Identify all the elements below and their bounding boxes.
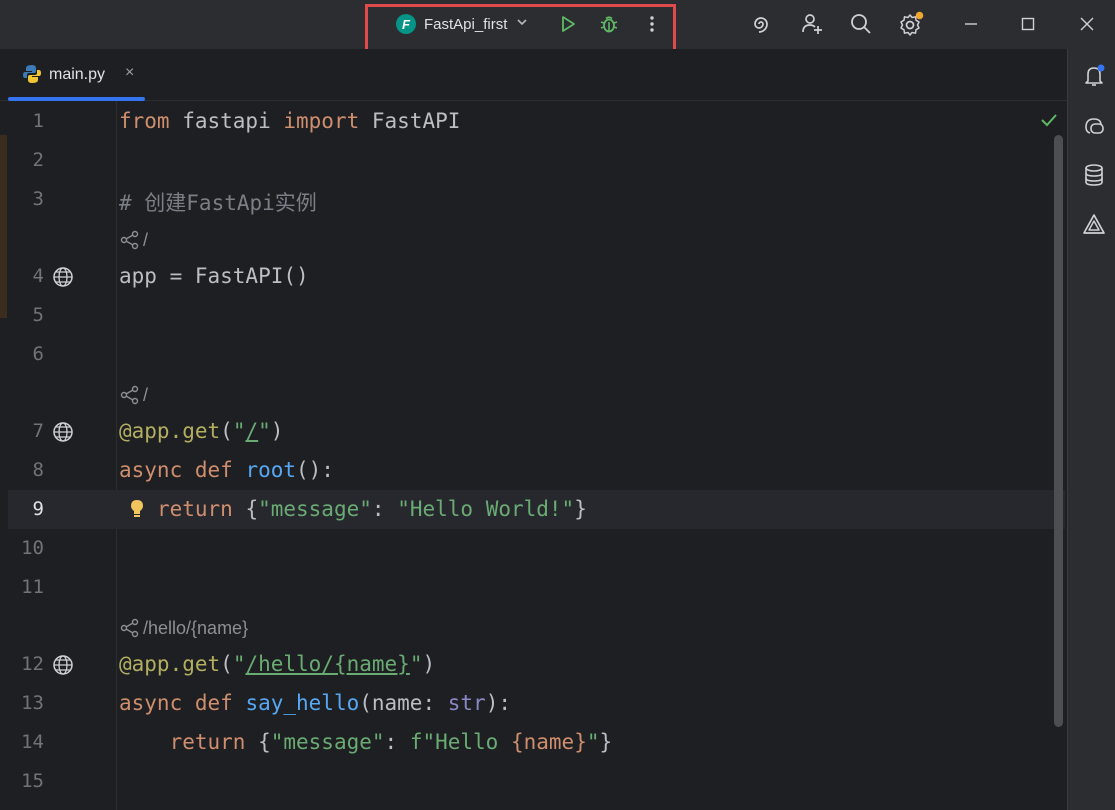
minimize-icon xyxy=(965,23,977,25)
right-tool-window-bar xyxy=(1067,49,1115,810)
code-line: 1 from fastapi import FastAPI xyxy=(0,102,1065,141)
triangle-logo-icon xyxy=(1083,214,1105,234)
endpoint-share-icon xyxy=(120,618,139,638)
minimize-button[interactable] xyxy=(960,13,982,35)
endpoint-path: / xyxy=(143,384,149,405)
code-text: from fastapi import FastAPI xyxy=(119,109,461,133)
code-line: 7 @app.get("/") xyxy=(0,412,1065,451)
endpoint-hint[interactable]: / xyxy=(0,219,1065,258)
code-line: 12 @app.get("/hello/{name}") xyxy=(0,645,1065,684)
globe-icon[interactable] xyxy=(52,266,74,293)
code-line: 10 xyxy=(0,529,1065,568)
line-number: 8 xyxy=(32,459,44,481)
code-line: 14 return {"message": f"Hello {name}"} xyxy=(0,723,1065,762)
line-number: 2 xyxy=(32,149,44,171)
line-number: 5 xyxy=(32,304,44,326)
code-line: 4 app = FastAPI() xyxy=(0,257,1065,296)
code-text: @app.get("/") xyxy=(119,419,284,443)
line-number: 13 xyxy=(21,692,44,714)
comment-text: # 创建FastApi实例 xyxy=(119,191,317,215)
endpoint-share-icon xyxy=(120,230,139,250)
line-number: 3 xyxy=(32,188,44,210)
title-bar: F FastApi_first xyxy=(0,0,1115,62)
maximize-icon xyxy=(1021,17,1035,31)
line-number: 12 xyxy=(21,653,44,675)
close-icon xyxy=(1080,17,1094,31)
code-editor[interactable]: 1 from fastapi import FastAPI 2 3 # 创建Fa… xyxy=(0,101,1067,810)
code-text: app = FastAPI() xyxy=(119,264,309,288)
line-number: 4 xyxy=(32,265,44,287)
no-problems-check-icon[interactable] xyxy=(1040,112,1058,133)
maximize-button[interactable] xyxy=(1017,13,1039,35)
line-number: 15 xyxy=(21,770,44,792)
line-number: 14 xyxy=(21,731,44,753)
tab-label: main.py xyxy=(49,66,106,83)
code-text: return {"message": "Hello World!"} xyxy=(156,497,587,521)
code-line: 11 xyxy=(0,568,1065,607)
search-icon xyxy=(851,14,871,34)
chat-icon xyxy=(1085,118,1104,134)
line-number: 11 xyxy=(21,576,44,598)
line-number: 10 xyxy=(21,537,44,559)
code-text: async def say_hello(name: str): xyxy=(119,691,511,715)
globe-icon[interactable] xyxy=(52,654,74,681)
editor-tab-bar: main.py × xyxy=(0,49,1067,101)
code-line: 3 # 创建FastApi实例 xyxy=(0,180,1065,219)
endpoint-share-icon xyxy=(120,385,139,405)
current-line: 9 return {"message": "Hello World!"} xyxy=(8,490,1065,529)
gear-icon xyxy=(900,11,924,36)
line-number: 1 xyxy=(32,110,44,132)
notifications-button[interactable] xyxy=(1081,63,1107,89)
bell-icon xyxy=(1085,64,1105,86)
python-file-icon xyxy=(22,64,42,89)
endpoint-hint[interactable]: /hello/{name} xyxy=(0,607,1065,646)
line-number: 7 xyxy=(32,420,44,442)
code-line: 13 async def say_hello(name: str): xyxy=(0,684,1065,723)
code-line: 15 xyxy=(0,762,1065,801)
spiral-icon xyxy=(754,17,768,33)
code-text: @app.get("/hello/{name}") xyxy=(119,652,436,676)
code-line: 6 xyxy=(0,335,1065,374)
line-number: 9 xyxy=(32,498,44,520)
vertical-scrollbar[interactable] xyxy=(1054,135,1063,727)
ai-chat-button[interactable] xyxy=(1081,113,1107,139)
user-add-icon xyxy=(802,14,822,34)
code-text: return {"message": f"Hello {name}"} xyxy=(169,730,613,754)
database-button[interactable] xyxy=(1081,162,1107,188)
globe-icon[interactable] xyxy=(52,421,74,448)
close-window-button[interactable] xyxy=(1076,13,1098,35)
tab-main-py[interactable]: main.py × xyxy=(8,49,145,101)
endpoint-path: / xyxy=(143,229,149,250)
search-button[interactable] xyxy=(848,11,874,37)
line-number: 6 xyxy=(32,343,44,365)
plugin-button[interactable] xyxy=(1081,212,1107,238)
code-line: 2 xyxy=(0,141,1065,180)
endpoint-hint[interactable]: / xyxy=(0,374,1065,413)
code-text: async def root(): xyxy=(119,458,334,482)
tab-close-icon[interactable]: × xyxy=(125,64,134,82)
ai-assistant-button[interactable] xyxy=(748,11,774,37)
add-collaborator-button[interactable] xyxy=(799,11,825,37)
database-icon xyxy=(1085,164,1103,186)
code-line: 8 async def root(): xyxy=(0,451,1065,490)
code-line: 5 xyxy=(0,296,1065,335)
endpoint-path: /hello/{name} xyxy=(143,617,249,638)
settings-button[interactable] xyxy=(897,10,925,38)
